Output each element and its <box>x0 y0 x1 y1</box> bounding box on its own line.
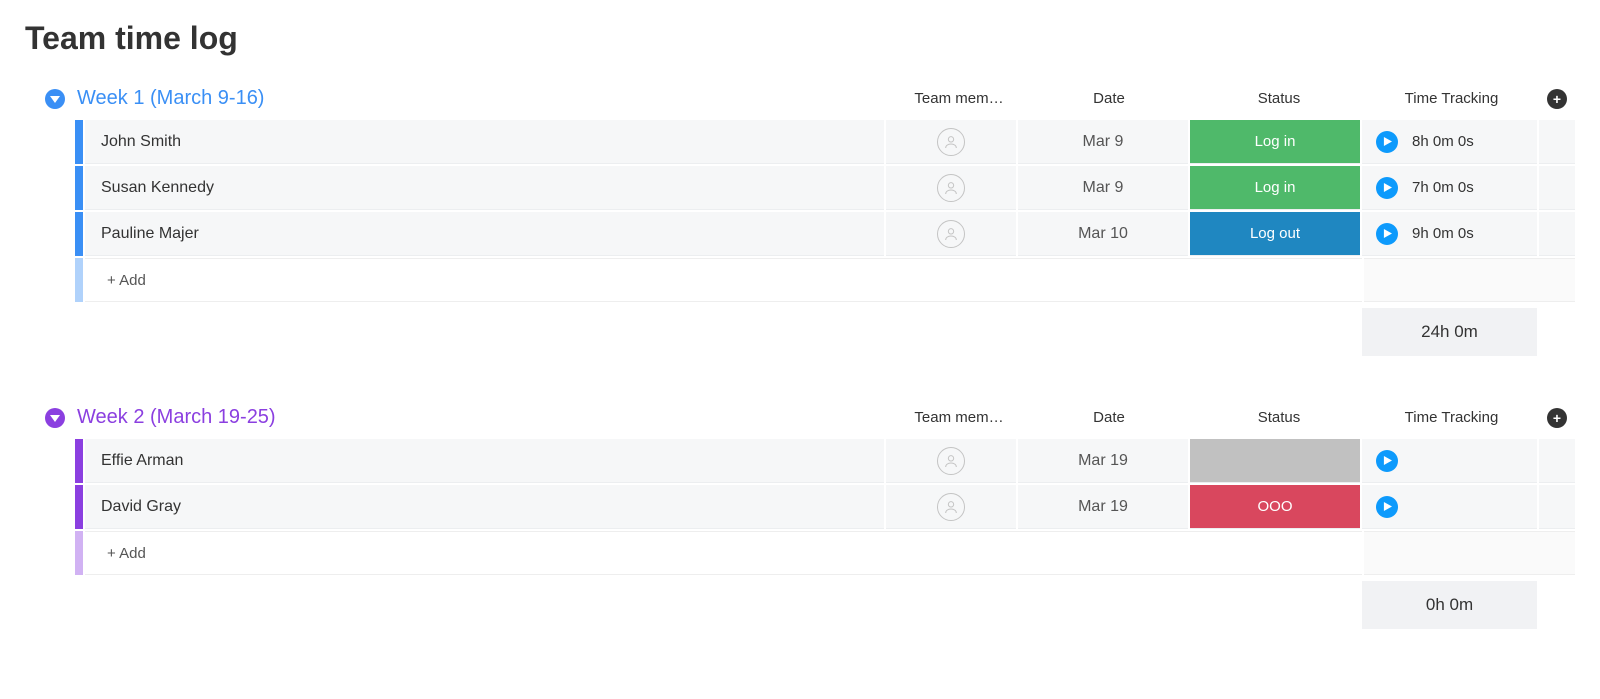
play-icon[interactable] <box>1376 496 1398 518</box>
column-header-team-member[interactable]: Team mem… <box>894 90 1024 107</box>
play-icon[interactable] <box>1376 223 1398 245</box>
status-cell[interactable]: Log in <box>1190 120 1360 164</box>
group-title[interactable]: Week 1 (March 9-16) <box>77 87 264 110</box>
status-cell[interactable]: OOO <box>1190 485 1360 529</box>
column-header-time-tracking[interactable]: Time Tracking <box>1364 90 1539 107</box>
time-tracking-value: 8h 0m 0s <box>1412 133 1474 150</box>
column-header-date[interactable]: Date <box>1024 409 1194 426</box>
date-cell[interactable]: Mar 19 <box>1018 485 1188 529</box>
table-row[interactable]: David Gray Mar 19 OOO <box>75 485 1575 529</box>
status-cell[interactable]: Log out <box>1190 212 1360 256</box>
add-column-button[interactable]: + <box>1547 89 1567 109</box>
group-title[interactable]: Week 2 (March 19-25) <box>77 406 276 429</box>
table-row[interactable]: Susan Kennedy Mar 9 Log in 7h 0m 0s <box>75 166 1575 210</box>
task-name-cell[interactable]: Pauline Majer <box>85 212 884 256</box>
time-tracking-cell[interactable]: 7h 0m 0s <box>1362 166 1537 210</box>
row-color-bar <box>75 531 83 575</box>
row-end-cell <box>1539 212 1575 256</box>
column-header-status[interactable]: Status <box>1194 90 1364 107</box>
row-end-cell <box>1539 166 1575 210</box>
column-header-date[interactable]: Date <box>1024 90 1194 107</box>
add-row-tail <box>1364 258 1575 302</box>
date-cell[interactable]: Mar 9 <box>1018 120 1188 164</box>
row-color-bar <box>75 166 83 210</box>
team-member-cell[interactable] <box>886 485 1016 529</box>
table-row[interactable]: Pauline Majer Mar 10 Log out 9h 0m 0s <box>75 212 1575 256</box>
play-icon[interactable] <box>1376 450 1398 472</box>
status-cell[interactable] <box>1190 439 1360 483</box>
date-cell[interactable]: Mar 10 <box>1018 212 1188 256</box>
time-tracking-value: 9h 0m 0s <box>1412 225 1474 242</box>
row-end-cell <box>1539 120 1575 164</box>
table-row[interactable]: John Smith Mar 9 Log in 8h 0m 0s <box>75 120 1575 164</box>
add-task-button[interactable]: + Add <box>85 531 1362 575</box>
collapse-icon[interactable] <box>45 408 65 428</box>
team-member-cell[interactable] <box>886 120 1016 164</box>
add-task-button[interactable]: + Add <box>85 258 1362 302</box>
time-tracking-cell[interactable]: 9h 0m 0s <box>1362 212 1537 256</box>
table-row[interactable]: Effie Arman Mar 19 <box>75 439 1575 483</box>
avatar-icon <box>937 128 965 156</box>
avatar-icon <box>937 447 965 475</box>
avatar-icon <box>937 493 965 521</box>
task-name-cell[interactable]: John Smith <box>85 120 884 164</box>
time-tracking-cell[interactable] <box>1362 485 1537 529</box>
column-header-status[interactable]: Status <box>1194 409 1364 426</box>
team-member-cell[interactable] <box>886 166 1016 210</box>
time-tracking-cell[interactable]: 8h 0m 0s <box>1362 120 1537 164</box>
time-tracking-cell[interactable] <box>1362 439 1537 483</box>
row-end-cell <box>1539 439 1575 483</box>
team-member-cell[interactable] <box>886 212 1016 256</box>
team-member-cell[interactable] <box>886 439 1016 483</box>
time-tracking-total: 24h 0m <box>1362 308 1537 356</box>
date-cell[interactable]: Mar 19 <box>1018 439 1188 483</box>
page-title: Team time log <box>25 20 1575 57</box>
play-icon[interactable] <box>1376 177 1398 199</box>
task-name-cell[interactable]: Effie Arman <box>85 439 884 483</box>
status-cell[interactable]: Log in <box>1190 166 1360 210</box>
play-icon[interactable] <box>1376 131 1398 153</box>
task-name-cell[interactable]: David Gray <box>85 485 884 529</box>
row-end-cell <box>1539 485 1575 529</box>
avatar-icon <box>937 174 965 202</box>
row-color-bar <box>75 212 83 256</box>
time-tracking-value: 7h 0m 0s <box>1412 179 1474 196</box>
column-header-team-member[interactable]: Team mem… <box>894 409 1024 426</box>
row-color-bar <box>75 439 83 483</box>
add-row-tail <box>1364 531 1575 575</box>
task-name-cell[interactable]: Susan Kennedy <box>85 166 884 210</box>
collapse-icon[interactable] <box>45 89 65 109</box>
row-color-bar <box>75 120 83 164</box>
row-color-bar <box>75 258 83 302</box>
time-tracking-total: 0h 0m <box>1362 581 1537 629</box>
avatar-icon <box>937 220 965 248</box>
date-cell[interactable]: Mar 9 <box>1018 166 1188 210</box>
row-color-bar <box>75 485 83 529</box>
column-header-time-tracking[interactable]: Time Tracking <box>1364 409 1539 426</box>
add-column-button[interactable]: + <box>1547 408 1567 428</box>
